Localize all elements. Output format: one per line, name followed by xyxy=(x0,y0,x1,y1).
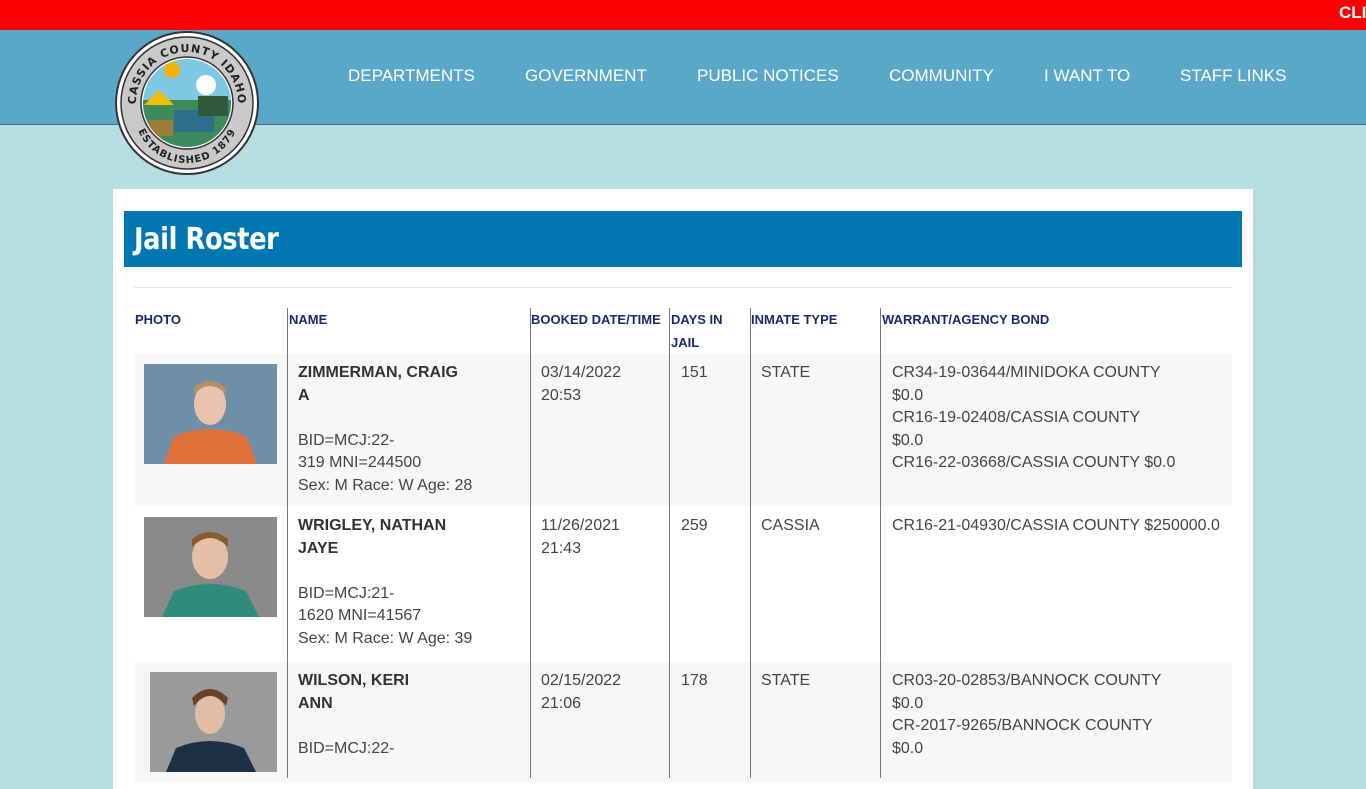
divider xyxy=(134,287,1232,288)
inmate-bid: BID=MCJ:22- xyxy=(298,431,395,449)
inmate-mni: 1620 MNI=41567 xyxy=(298,607,422,624)
column-divider xyxy=(287,308,288,778)
inmate-info: WILSON, KERI ANN BID=MCJ:22- xyxy=(298,670,409,760)
column-divider xyxy=(880,308,881,778)
warrant-line: $0.0 xyxy=(892,431,924,449)
mugshot-image xyxy=(144,364,277,464)
inmate-demographics: Sex: M Race: W Age: 39 xyxy=(298,629,473,647)
inmate-photo[interactable] xyxy=(144,517,277,617)
nav-departments[interactable]: DEPARTMENTS xyxy=(348,66,475,86)
table-row: WRIGLEY, NATHAN JAYE BID=MCJ:21- 1620 MN… xyxy=(134,507,1232,661)
booked-time: 20:53 xyxy=(541,386,582,404)
days-in-jail: 178 xyxy=(681,672,708,689)
mugshot-image xyxy=(144,672,277,772)
col-header-photo: PHOTO xyxy=(135,312,181,327)
booked-time: 21:06 xyxy=(541,694,582,712)
days-in-jail: 151 xyxy=(681,364,708,381)
column-divider xyxy=(669,308,670,778)
nav-staff-links[interactable]: STAFF LINKS xyxy=(1180,66,1286,86)
col-header-inmate-type: INMATE TYPE xyxy=(751,312,838,327)
booked-datetime: 11/26/2021 21:43 xyxy=(541,515,620,560)
table-row: WILSON, KERI ANN BID=MCJ:22- 02/15/2022 … xyxy=(134,662,1232,782)
booked-date: 02/15/2022 xyxy=(541,672,622,689)
booked-datetime: 02/15/2022 21:06 xyxy=(541,670,621,715)
nav-community[interactable]: COMMUNITY xyxy=(889,66,994,86)
inmate-name-line2[interactable]: ANN xyxy=(298,695,333,712)
nav-public-notices[interactable]: PUBLIC NOTICES xyxy=(697,66,839,86)
col-header-name: NAME xyxy=(289,312,328,327)
page-title-bar: Jail Roster xyxy=(124,211,1242,267)
column-divider xyxy=(530,308,531,778)
warrant-list: CR16-21-04930/CASSIA COUNTY $250000.0 xyxy=(892,515,1220,538)
warrant-line: CR16-21-04930/CASSIA COUNTY $250000.0 xyxy=(892,517,1220,534)
inmate-name-line1[interactable]: WRIGLEY, NATHAN xyxy=(298,517,446,534)
county-seal-logo[interactable]: CASSIA COUNTY IDAHO ESTABLISHED 1879 xyxy=(114,30,260,176)
nav-government[interactable]: GOVERNMENT xyxy=(525,66,647,86)
inmate-mni: 319 MNI=244500 xyxy=(298,454,422,471)
mugshot-image xyxy=(144,517,277,617)
warrant-line: $0.0 xyxy=(892,739,924,757)
warrant-line: CR34-19-03644/MINIDOKA COUNTY xyxy=(892,364,1161,381)
warrant-list: CR03-20-02853/BANNOCK COUNTY $0.0 CR-201… xyxy=(892,670,1161,760)
inmate-demographics: Sex: M Race: W Age: 28 xyxy=(298,476,473,494)
booked-date: 11/26/2021 xyxy=(541,517,620,534)
col-header-days-line1: DAYS IN xyxy=(671,312,723,327)
days-in-jail: 259 xyxy=(681,517,708,534)
inmate-type: STATE xyxy=(761,364,811,381)
warrant-line: CR16-19-02408/CASSIA COUNTY xyxy=(892,409,1141,426)
inmate-info: ZIMMERMAN, CRAIG A BID=MCJ:22- 319 MNI=2… xyxy=(298,362,472,497)
warrant-line: CR-2017-9265/BANNOCK COUNTY xyxy=(892,717,1153,734)
col-header-booked: BOOKED DATE/TIME xyxy=(531,312,661,327)
inmate-info: WRIGLEY, NATHAN JAYE BID=MCJ:21- 1620 MN… xyxy=(298,515,472,650)
inmate-type: CASSIA xyxy=(761,517,820,534)
inmate-name-line2[interactable]: A xyxy=(298,387,310,404)
inmate-type: STATE xyxy=(761,672,811,689)
inmate-name-line2[interactable]: JAYE xyxy=(298,540,338,557)
inmate-bid: BID=MCJ:22- xyxy=(298,739,395,757)
alert-text[interactable]: CLI xyxy=(1339,3,1366,23)
inmate-photo[interactable] xyxy=(144,364,277,464)
warrant-line: $0.0 xyxy=(892,694,924,712)
table-row: ZIMMERMAN, CRAIG A BID=MCJ:22- 319 MNI=2… xyxy=(134,354,1232,506)
alert-bar[interactable]: CLI xyxy=(0,0,1366,30)
booked-date: 03/14/2022 xyxy=(541,364,622,381)
col-header-days: DAYS IN JAIL xyxy=(671,308,723,354)
warrant-line: $0.0 xyxy=(892,386,924,404)
warrant-list: CR34-19-03644/MINIDOKA COUNTY $0.0 CR16-… xyxy=(892,362,1175,475)
warrant-line: CR03-20-02853/BANNOCK COUNTY xyxy=(892,672,1162,689)
nav-i-want-to[interactable]: I WANT TO xyxy=(1044,66,1130,86)
page-title: Jail Roster xyxy=(134,222,279,257)
col-header-days-line2: JAIL xyxy=(671,335,700,350)
inmate-name-line1[interactable]: ZIMMERMAN, CRAIG xyxy=(298,364,458,381)
booked-datetime: 03/14/2022 20:53 xyxy=(541,362,621,407)
inmate-photo[interactable] xyxy=(144,672,277,772)
column-divider xyxy=(750,308,751,778)
inmate-name-line1[interactable]: WILSON, KERI xyxy=(298,672,409,689)
booked-time: 21:43 xyxy=(541,539,582,557)
col-header-warrant: WARRANT/AGENCY BOND xyxy=(882,312,1050,327)
inmate-bid: BID=MCJ:21- xyxy=(298,584,395,602)
warrant-line: CR16-22-03668/CASSIA COUNTY $0.0 xyxy=(892,454,1176,471)
